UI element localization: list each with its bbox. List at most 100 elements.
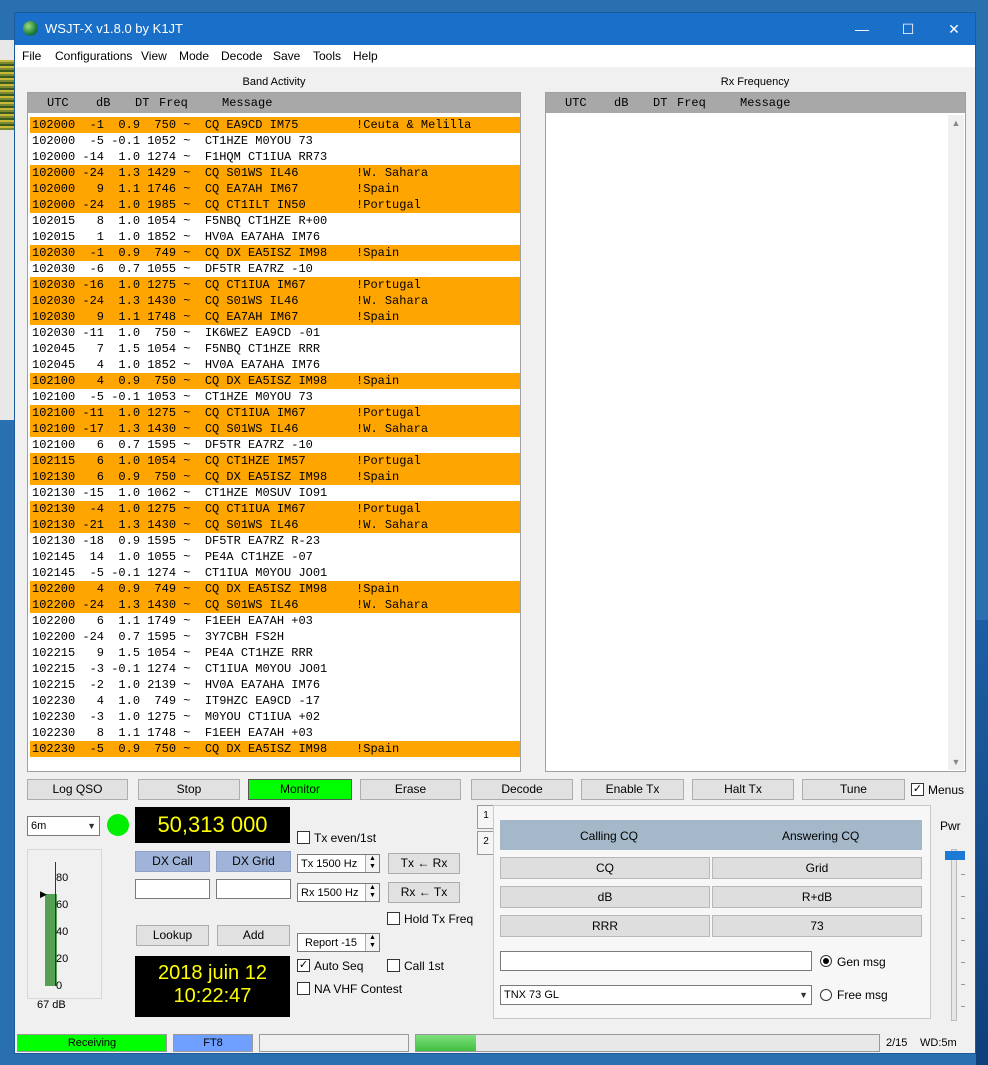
slider-thumb[interactable]	[945, 851, 965, 860]
menus-checkbox[interactable]: ✓	[911, 783, 924, 796]
decode-row[interactable]: 102015 8 1.0 1054 ~ F5NBQ CT1HZE R+00	[30, 213, 520, 229]
decode-row[interactable]: 102030 -6 0.7 1055 ~ DF5TR EA7RZ -10	[30, 261, 520, 277]
decode-row[interactable]: 102030 -24 1.3 1430 ~ CQ S01WS IL46 !W. …	[30, 293, 520, 309]
decode-row[interactable]: 102030 -16 1.0 1275 ~ CQ CT1IUA IM67 !Po…	[30, 277, 520, 293]
enable-tx-button[interactable]: Enable Tx	[581, 779, 684, 800]
dx-call-input[interactable]	[135, 879, 210, 899]
scroll-up-icon[interactable]: ▲	[948, 115, 964, 131]
decode-row[interactable]: 102000 9 1.1 1746 ~ CQ EA7AH IM67 !Spain	[30, 181, 520, 197]
decode-row[interactable]: 102000 -24 1.3 1429 ~ CQ S01WS IL46 !W. …	[30, 165, 520, 181]
rrr-button[interactable]: RRR	[500, 915, 710, 937]
free-msg-radio[interactable]	[820, 989, 832, 1001]
band-activity-panel[interactable]: UTC dB DT Freq Message 102000 -1 0.9 750…	[27, 92, 521, 772]
menu-save[interactable]: Save	[273, 49, 300, 63]
rx-from-tx-button[interactable]: Rx ← Tx	[388, 882, 460, 903]
hold-tx-freq-checkbox[interactable]	[387, 912, 400, 925]
report-spinbox[interactable]: Report -15 ▲ ▼	[297, 933, 380, 952]
tune-button[interactable]: Tune	[802, 779, 905, 800]
tx-frequency-spinbox[interactable]: Tx 1500 Hz ▲ ▼	[297, 854, 380, 873]
stop-button[interactable]: Stop	[138, 779, 240, 800]
decode-row[interactable]: 102200 4 0.9 749 ~ CQ DX EA5ISZ IM98 !Sp…	[30, 581, 520, 597]
decode-row[interactable]: 102100 -11 1.0 1275 ~ CQ CT1IUA IM67 !Po…	[30, 405, 520, 421]
log-qso-button[interactable]: Log QSO	[27, 779, 128, 800]
header-message: Message	[222, 96, 273, 110]
close-button[interactable]: ✕	[931, 13, 977, 45]
decode-row[interactable]: 102045 4 1.0 1852 ~ HV0A EA7AHA IM76	[30, 357, 520, 373]
menu-view[interactable]: View	[141, 49, 167, 63]
decode-row[interactable]: 102200 6 1.1 1749 ~ F1EEH EA7AH +03	[30, 613, 520, 629]
decode-row[interactable]: 102000 -1 0.9 750 ~ CQ EA9CD IM75 !Ceuta…	[30, 117, 520, 133]
tx-even-checkbox[interactable]	[297, 831, 310, 844]
decode-row[interactable]: 102145 14 1.0 1055 ~ PE4A CT1HZE -07	[30, 549, 520, 565]
menu-configurations[interactable]: Configurations	[55, 49, 132, 63]
decode-row[interactable]: 102045 7 1.5 1054 ~ F5NBQ CT1HZE RRR	[30, 341, 520, 357]
decode-row[interactable]: 102000 -24 1.0 1985 ~ CQ CT1ILT IN50 !Po…	[30, 197, 520, 213]
decode-row[interactable]: 102130 6 0.9 750 ~ CQ DX EA5ISZ IM98 !Sp…	[30, 469, 520, 485]
menu-tools[interactable]: Tools	[313, 49, 341, 63]
erase-button[interactable]: Erase	[360, 779, 461, 800]
decode-row[interactable]: 102215 9 1.5 1054 ~ PE4A CT1HZE RRR	[30, 645, 520, 661]
auto-seq-checkbox[interactable]: ✓	[297, 959, 310, 972]
maximize-button[interactable]: ☐	[885, 13, 931, 45]
decode-row[interactable]: 102130 -4 1.0 1275 ~ CQ CT1IUA IM67 !Por…	[30, 501, 520, 517]
decode-row[interactable]: 102100 4 0.9 750 ~ CQ DX EA5ISZ IM98 !Sp…	[30, 373, 520, 389]
add-button[interactable]: Add	[217, 925, 290, 946]
decode-row[interactable]: 102015 1 1.0 1852 ~ HV0A EA7AHA IM76	[30, 229, 520, 245]
menu-help[interactable]: Help	[353, 49, 378, 63]
scroll-down-icon[interactable]: ▼	[948, 754, 964, 770]
power-slider[interactable]	[945, 849, 969, 1021]
decode-row[interactable]: 102000 -14 1.0 1274 ~ F1HQM CT1IUA RR73	[30, 149, 520, 165]
decode-row[interactable]: 102030 -11 1.0 750 ~ IK6WEZ EA9CD -01	[30, 325, 520, 341]
db-button[interactable]: dB	[500, 886, 710, 908]
decode-row[interactable]: 102215 -2 1.0 2139 ~ HV0A EA7AHA IM76	[30, 677, 520, 693]
calling-cq-label[interactable]: Calling CQ	[580, 829, 638, 843]
spin-arrows-icon[interactable]: ▲ ▼	[365, 855, 379, 872]
r-db-button[interactable]: R+dB	[712, 886, 922, 908]
rx-frequency-spinbox[interactable]: Rx 1500 Hz ▲ ▼	[297, 883, 380, 902]
na-vhf-contest-checkbox[interactable]	[297, 982, 310, 995]
decode-row[interactable]: 102215 -3 -0.1 1274 ~ CT1IUA M0YOU JO01	[30, 661, 520, 677]
gen-msg-input[interactable]	[500, 951, 812, 971]
minimize-button[interactable]: —	[839, 13, 885, 45]
decode-row[interactable]: 102230 -3 1.0 1275 ~ M0YOU CT1IUA +02	[30, 709, 520, 725]
decode-row[interactable]: 102230 4 1.0 749 ~ IT9HZC EA9CD -17	[30, 693, 520, 709]
decode-row[interactable]: 102000 -5 -0.1 1052 ~ CT1HZE M0YOU 73	[30, 133, 520, 149]
decode-row[interactable]: 102115 6 1.0 1054 ~ CQ CT1HZE IM57 !Port…	[30, 453, 520, 469]
lookup-button[interactable]: Lookup	[136, 925, 209, 946]
grid-button[interactable]: Grid	[712, 857, 922, 879]
menu-decode[interactable]: Decode	[221, 49, 262, 63]
decode-row[interactable]: 102200 -24 0.7 1595 ~ 3Y7CBH FS2H	[30, 629, 520, 645]
call-1st-checkbox[interactable]	[387, 959, 400, 972]
decode-row[interactable]: 102030 9 1.1 1748 ~ CQ EA7AH IM67 !Spain	[30, 309, 520, 325]
decode-row[interactable]: 102145 -5 -0.1 1274 ~ CT1IUA M0YOU JO01	[30, 565, 520, 581]
decode-row[interactable]: 102130 -21 1.3 1430 ~ CQ S01WS IL46 !W. …	[30, 517, 520, 533]
rx-frequency-panel[interactable]: UTC dB DT Freq Message ▲ ▼	[545, 92, 966, 772]
answering-cq-label[interactable]: Answering CQ	[782, 829, 859, 843]
tx-from-rx-button[interactable]: Tx ← Rx	[388, 853, 460, 874]
band-activity-list[interactable]: 102000 -1 0.9 750 ~ CQ EA9CD IM75 !Ceuta…	[30, 117, 520, 757]
menu-file[interactable]: File	[22, 49, 41, 63]
spin-arrows-icon[interactable]: ▲ ▼	[365, 884, 379, 901]
spin-arrows-icon[interactable]: ▲ ▼	[365, 934, 379, 951]
decode-row[interactable]: 102130 -18 0.9 1595 ~ DF5TR EA7RZ R-23	[30, 533, 520, 549]
decode-row[interactable]: 102100 -17 1.3 1430 ~ CQ S01WS IL46 !W. …	[30, 421, 520, 437]
band-select[interactable]: 6m ▼	[27, 816, 100, 836]
title-bar[interactable]: WSJT-X v1.8.0 by K1JT — ☐ ✕	[15, 13, 975, 45]
decode-row[interactable]: 102100 6 0.7 1595 ~ DF5TR EA7RZ -10	[30, 437, 520, 453]
rx-scrollbar[interactable]: ▲ ▼	[948, 115, 964, 770]
gen-msg-radio[interactable]	[820, 955, 832, 967]
menu-mode[interactable]: Mode	[179, 49, 209, 63]
halt-tx-button[interactable]: Halt Tx	[692, 779, 794, 800]
decode-row[interactable]: 102030 -1 0.9 749 ~ CQ DX EA5ISZ IM98 !S…	[30, 245, 520, 261]
decode-button[interactable]: Decode	[471, 779, 573, 800]
decode-row[interactable]: 102200 -24 1.3 1430 ~ CQ S01WS IL46 !W. …	[30, 597, 520, 613]
monitor-button[interactable]: Monitor	[248, 779, 352, 800]
decode-row[interactable]: 102230 -5 0.9 750 ~ CQ DX EA5ISZ IM98 !S…	[30, 741, 520, 757]
73-button[interactable]: 73	[712, 915, 922, 937]
decode-row[interactable]: 102130 -15 1.0 1062 ~ CT1HZE M0SUV IO91	[30, 485, 520, 501]
cq-button[interactable]: CQ	[500, 857, 710, 879]
decode-row[interactable]: 102100 -5 -0.1 1053 ~ CT1HZE M0YOU 73	[30, 389, 520, 405]
decode-row[interactable]: 102230 8 1.1 1748 ~ F1EEH EA7AH +03	[30, 725, 520, 741]
dx-grid-input[interactable]	[216, 879, 291, 899]
free-msg-select[interactable]: TNX 73 GL ▼	[500, 985, 812, 1005]
